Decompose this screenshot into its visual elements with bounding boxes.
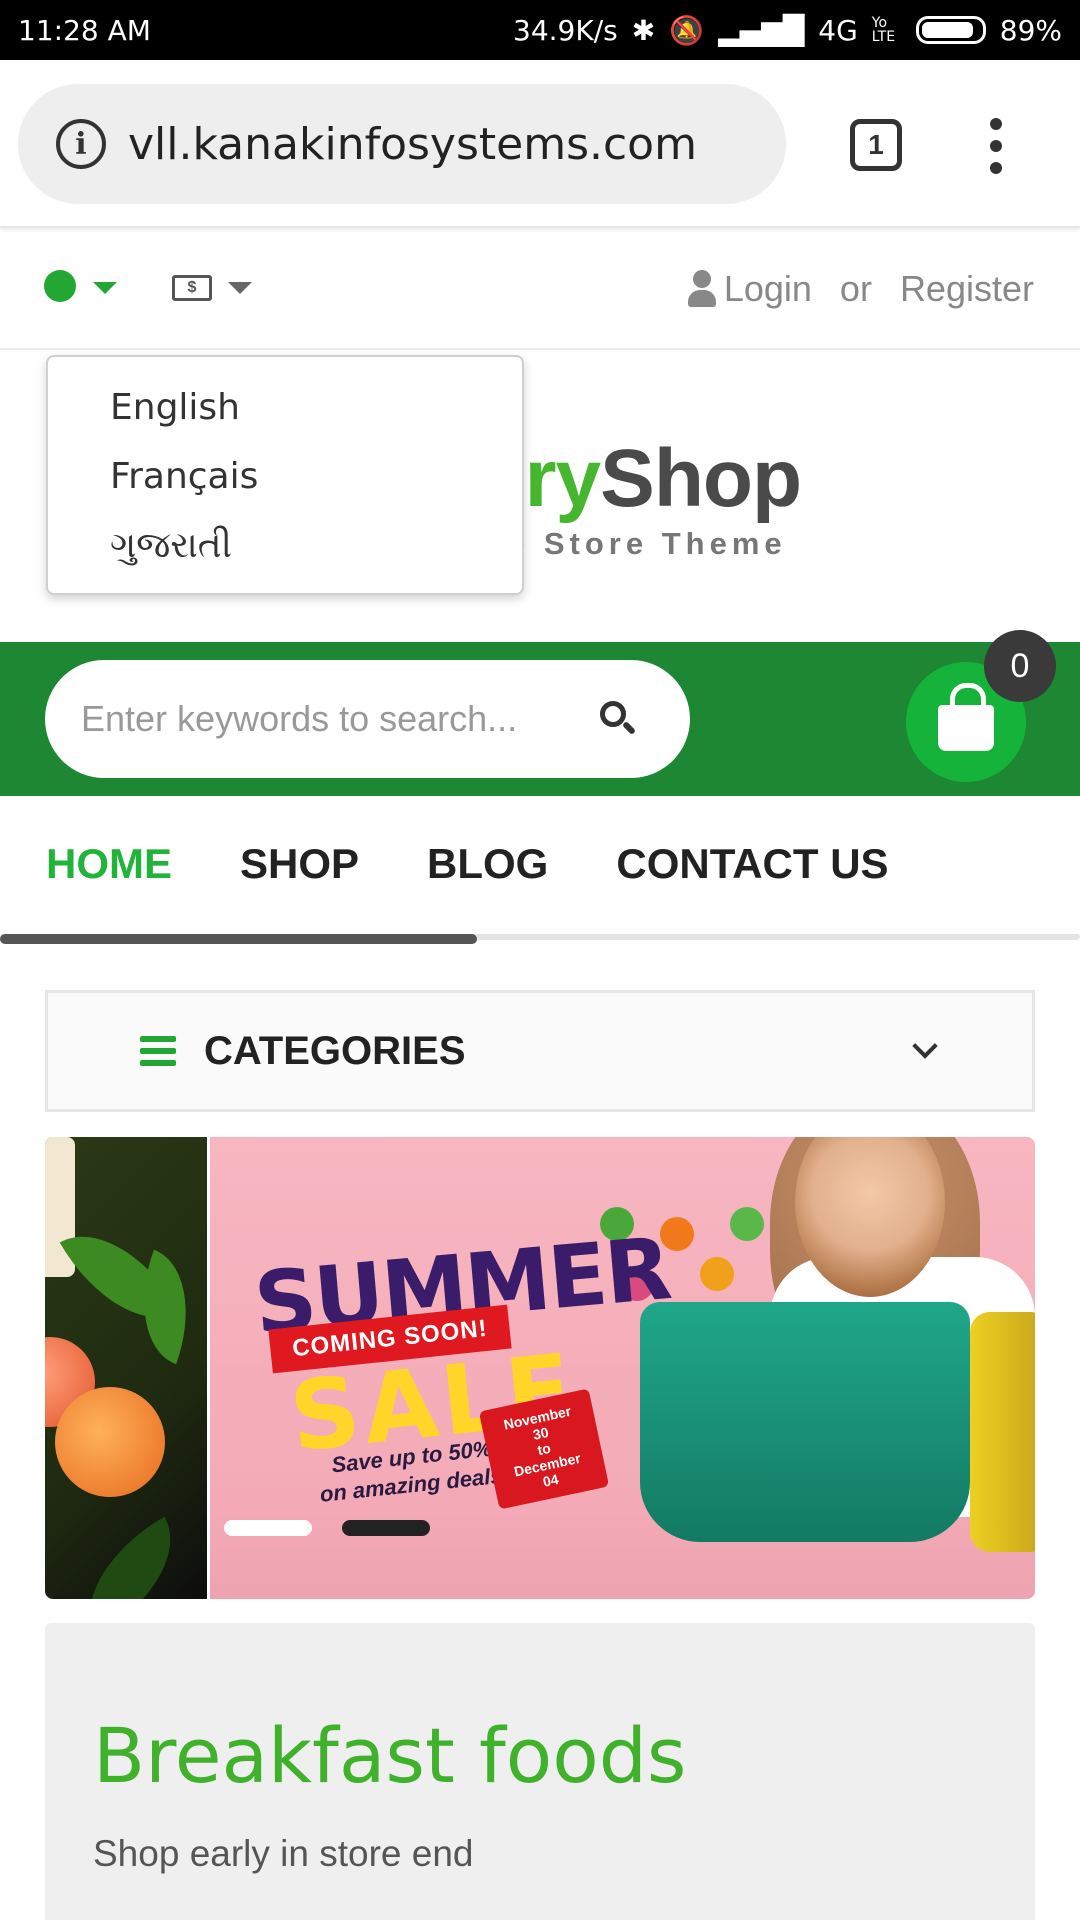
site-topbar: $ Login or Register [0, 230, 1080, 350]
promo-subtitle: Shop early in store end [93, 1833, 474, 1874]
categories-toggle[interactable]: CATEGORIES [45, 990, 1035, 1112]
info-icon[interactable]: i [56, 119, 106, 169]
banner-previous-slide[interactable] [45, 1137, 207, 1599]
slider-dot-2[interactable] [342, 1520, 430, 1536]
nav-contact[interactable]: CONTACT US [616, 840, 888, 888]
network-speed: 34.9K/s [513, 13, 618, 47]
volte-badge: Yo LTE [871, 15, 896, 45]
login-link[interactable]: Login [724, 268, 812, 310]
status-bar: 11:28 AM 34.9K/s ✱ 🔕 ▂▄▆█ 4G Yo LTE 89% [0, 0, 1080, 60]
language-option-french[interactable]: Français [48, 448, 522, 517]
language-option-gujarati[interactable]: ગુજરાતી [48, 517, 522, 586]
nav-scrollbar[interactable] [0, 934, 477, 944]
slider-dot-1[interactable] [224, 1520, 312, 1536]
language-option-english[interactable]: English [48, 379, 522, 448]
site-logo[interactable]: eryShop [480, 432, 802, 526]
nav-home[interactable]: HOME [46, 840, 172, 888]
battery-icon [915, 16, 986, 44]
language-caret-icon[interactable] [93, 282, 117, 294]
currency-caret-icon[interactable] [228, 282, 252, 294]
menu-icon [140, 1036, 176, 1066]
or-text: or [839, 268, 872, 309]
globe-icon[interactable] [44, 270, 76, 302]
nav-shop[interactable]: SHOP [240, 840, 359, 888]
nav-blog[interactable]: BLOG [427, 840, 548, 888]
url-text[interactable]: vll.kanakinfosystems.com [128, 119, 697, 170]
main-nav: HOME SHOP BLOG CONTACT US [0, 800, 1080, 944]
register-link[interactable]: Register [900, 268, 1034, 310]
banner-date-tag: November 30 to December 04 [478, 1388, 610, 1510]
signal-icon: ▂▄▆█ [718, 13, 805, 47]
search-bar-section [0, 642, 1080, 796]
handbag-image [640, 1302, 970, 1542]
browser-menu-icon[interactable] [985, 118, 1007, 174]
cart-count-value: 0 [984, 630, 1056, 702]
auth-links: Login or Register [724, 268, 1034, 310]
battery-percent: 89% [999, 13, 1062, 47]
leaf-image [60, 1516, 200, 1599]
language-dropdown: English Français ગુજરાતી [46, 355, 524, 595]
logo-text-dark: Shop [600, 433, 802, 524]
slider-pagination [224, 1520, 430, 1536]
tab-switcher-button[interactable]: 1 [850, 119, 902, 171]
cart-count-badge: 0 [984, 630, 1080, 702]
search-box [45, 660, 690, 778]
mute-icon: 🔕 [669, 13, 705, 47]
browser-toolbar: i vll.kanakinfosystems.com 1 [0, 60, 1080, 228]
shopping-bag-icon [938, 683, 994, 751]
chevron-down-icon [912, 1033, 938, 1059]
address-bar[interactable]: i vll.kanakinfosystems.com [18, 84, 786, 204]
status-time: 11:28 AM [18, 13, 151, 47]
promo-title: Breakfast foods [93, 1711, 687, 1800]
user-icon [688, 270, 716, 308]
currency-icon[interactable]: $ [172, 275, 212, 301]
fruit-image [55, 1387, 165, 1497]
search-input[interactable] [81, 698, 598, 740]
search-icon[interactable] [598, 699, 638, 739]
logo-tagline: e Store Theme [508, 526, 787, 561]
promo-card[interactable]: Breakfast foods Shop early in store end [45, 1623, 1035, 1920]
bluetooth-icon: ✱ [631, 13, 656, 47]
yellow-bag-image [970, 1312, 1035, 1552]
categories-label: CATEGORIES [204, 1028, 466, 1073]
network-type: 4G [818, 13, 858, 47]
